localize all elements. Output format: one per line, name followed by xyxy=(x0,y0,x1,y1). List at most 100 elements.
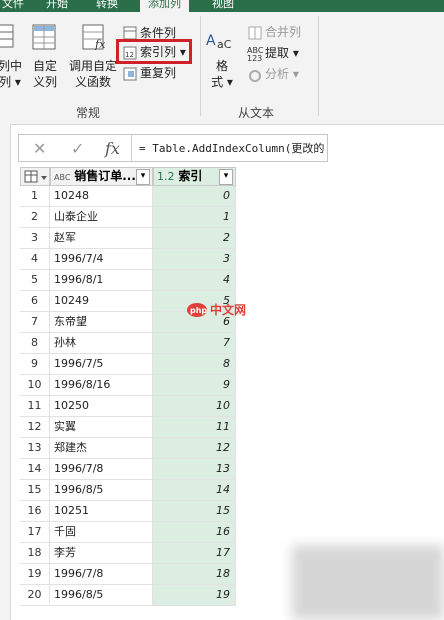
table-menu-button[interactable] xyxy=(20,167,50,186)
tab-add-column[interactable]: 添加列 xyxy=(140,0,189,12)
index-cell[interactable]: 8 xyxy=(153,354,236,375)
sales-order-cell[interactable]: 1996/7/8 xyxy=(50,459,153,480)
sales-order-cell[interactable]: 10248 xyxy=(50,186,153,207)
table-row[interactable]: 14 1996/7/8 13 xyxy=(20,459,236,480)
index-cell[interactable]: 0 xyxy=(153,186,236,207)
row-number[interactable]: 1 xyxy=(20,186,50,207)
sales-order-cell[interactable]: 郑建杰 xyxy=(50,438,153,459)
filter-dropdown-icon[interactable]: ▾ xyxy=(136,169,150,185)
cancel-formula-icon[interactable]: ✕ xyxy=(33,139,46,158)
sales-order-cell[interactable]: 孙林 xyxy=(50,333,153,354)
index-cell[interactable]: 4 xyxy=(153,270,236,291)
index-cell[interactable]: 19 xyxy=(153,585,236,606)
row-number[interactable]: 3 xyxy=(20,228,50,249)
sales-order-cell[interactable]: 1996/7/4 xyxy=(50,249,153,270)
column-header-sales-order[interactable]: ABC 销售订单... ▾ xyxy=(50,167,153,186)
sales-order-cell[interactable]: 千固 xyxy=(50,522,153,543)
sales-order-cell[interactable]: 10249 xyxy=(50,291,153,312)
table-row[interactable]: 11 10250 10 xyxy=(20,396,236,417)
row-number[interactable]: 13 xyxy=(20,438,50,459)
tab-file[interactable]: 文件 xyxy=(2,0,24,12)
index-cell[interactable]: 13 xyxy=(153,459,236,480)
merge-columns-button[interactable]: 合并列 xyxy=(265,23,301,41)
row-number[interactable]: 14 xyxy=(20,459,50,480)
row-number[interactable]: 5 xyxy=(20,270,50,291)
index-cell[interactable]: 7 xyxy=(153,333,236,354)
index-cell[interactable]: 18 xyxy=(153,564,236,585)
tab-view[interactable]: 视图 xyxy=(212,0,234,12)
row-number[interactable]: 2 xyxy=(20,207,50,228)
index-cell[interactable]: 9 xyxy=(153,375,236,396)
filter-dropdown-icon[interactable]: ▾ xyxy=(219,169,233,185)
sales-order-cell[interactable]: 1996/7/5 xyxy=(50,354,153,375)
row-number[interactable]: 17 xyxy=(20,522,50,543)
table-row[interactable]: 20 1996/8/5 19 xyxy=(20,585,236,606)
table-row[interactable]: 17 千固 16 xyxy=(20,522,236,543)
index-cell[interactable]: 1 xyxy=(153,207,236,228)
sales-order-cell[interactable]: 1996/8/5 xyxy=(50,480,153,501)
table-row[interactable]: 15 1996/8/5 14 xyxy=(20,480,236,501)
custom-column-button[interactable]: 自定 义列 xyxy=(30,58,60,90)
table-row[interactable]: 9 1996/7/5 8 xyxy=(20,354,236,375)
table-row[interactable]: 1 10248 0 xyxy=(20,186,236,207)
table-row[interactable]: 19 1996/7/8 18 xyxy=(20,564,236,585)
tab-transform[interactable]: 转换 xyxy=(96,0,118,12)
sales-order-cell[interactable]: 李芳 xyxy=(50,543,153,564)
sales-order-cell[interactable]: 东帝望 xyxy=(50,312,153,333)
table-icon xyxy=(24,170,47,183)
row-number[interactable]: 10 xyxy=(20,375,50,396)
table-row[interactable]: 4 1996/7/4 3 xyxy=(20,249,236,270)
index-cell[interactable]: 16 xyxy=(153,522,236,543)
table-row[interactable]: 5 1996/8/1 4 xyxy=(20,270,236,291)
row-number[interactable]: 11 xyxy=(20,396,50,417)
index-cell[interactable]: 2 xyxy=(153,228,236,249)
index-cell[interactable]: 10 xyxy=(153,396,236,417)
confirm-formula-icon[interactable]: ✓ xyxy=(71,139,84,158)
row-number[interactable]: 19 xyxy=(20,564,50,585)
row-number[interactable]: 7 xyxy=(20,312,50,333)
index-cell[interactable]: 3 xyxy=(153,249,236,270)
row-number[interactable]: 9 xyxy=(20,354,50,375)
sales-order-cell[interactable]: 1996/7/8 xyxy=(50,564,153,585)
formula-text-input[interactable]: = Table.AddIndexColumn(更改的 xyxy=(139,140,324,156)
sales-order-cell[interactable]: 10251 xyxy=(50,501,153,522)
row-number[interactable]: 15 xyxy=(20,480,50,501)
sales-order-cell[interactable]: 10250 xyxy=(50,396,153,417)
sales-order-cell[interactable]: 实翼 xyxy=(50,417,153,438)
table-row[interactable]: 3 赵军 2 xyxy=(20,228,236,249)
sales-order-cell[interactable]: 1996/8/16 xyxy=(50,375,153,396)
index-cell[interactable]: 15 xyxy=(153,501,236,522)
sales-order-cell[interactable]: 1996/8/5 xyxy=(50,585,153,606)
sales-order-cell[interactable]: 赵军 xyxy=(50,228,153,249)
tab-home[interactable]: 开始 xyxy=(46,0,68,12)
invoke-custom-function-button[interactable]: 调用自定 义函数 xyxy=(66,58,120,90)
column-header-index[interactable]: 1.2 索引 ▾ xyxy=(153,167,236,186)
table-row[interactable]: 12 实翼 11 xyxy=(20,417,236,438)
index-cell[interactable]: 17 xyxy=(153,543,236,564)
table-row[interactable]: 18 李芳 17 xyxy=(20,543,236,564)
row-number[interactable]: 6 xyxy=(20,291,50,312)
row-number[interactable]: 8 xyxy=(20,333,50,354)
table-row[interactable]: 10 1996/8/16 9 xyxy=(20,375,236,396)
extract-button[interactable]: 提取 ▾ xyxy=(265,44,299,62)
index-cell[interactable]: 11 xyxy=(153,417,236,438)
table-row[interactable]: 8 孙林 7 xyxy=(20,333,236,354)
index-cell[interactable]: 12 xyxy=(153,438,236,459)
duplicate-column-button[interactable]: 重复列 xyxy=(140,64,176,82)
column-from-example-button[interactable]: 列中 列 ▾ xyxy=(0,58,22,90)
row-number[interactable]: 18 xyxy=(20,543,50,564)
row-number[interactable]: 20 xyxy=(20,585,50,606)
sales-order-cell[interactable]: 1996/8/1 xyxy=(50,270,153,291)
row-number[interactable]: 16 xyxy=(20,501,50,522)
sales-order-cell[interactable]: 山泰企业 xyxy=(50,207,153,228)
fx-icon[interactable]: fx xyxy=(105,139,120,158)
row-number[interactable]: 4 xyxy=(20,249,50,270)
format-button[interactable]: 格 式 ▾ xyxy=(210,58,234,90)
table-row[interactable]: 2 山泰企业 1 xyxy=(20,207,236,228)
svg-text:中文网: 中文网 xyxy=(210,302,246,317)
table-row[interactable]: 16 10251 15 xyxy=(20,501,236,522)
table-row[interactable]: 13 郑建杰 12 xyxy=(20,438,236,459)
parse-button[interactable]: 分析 ▾ xyxy=(265,65,299,83)
index-cell[interactable]: 14 xyxy=(153,480,236,501)
row-number[interactable]: 12 xyxy=(20,417,50,438)
